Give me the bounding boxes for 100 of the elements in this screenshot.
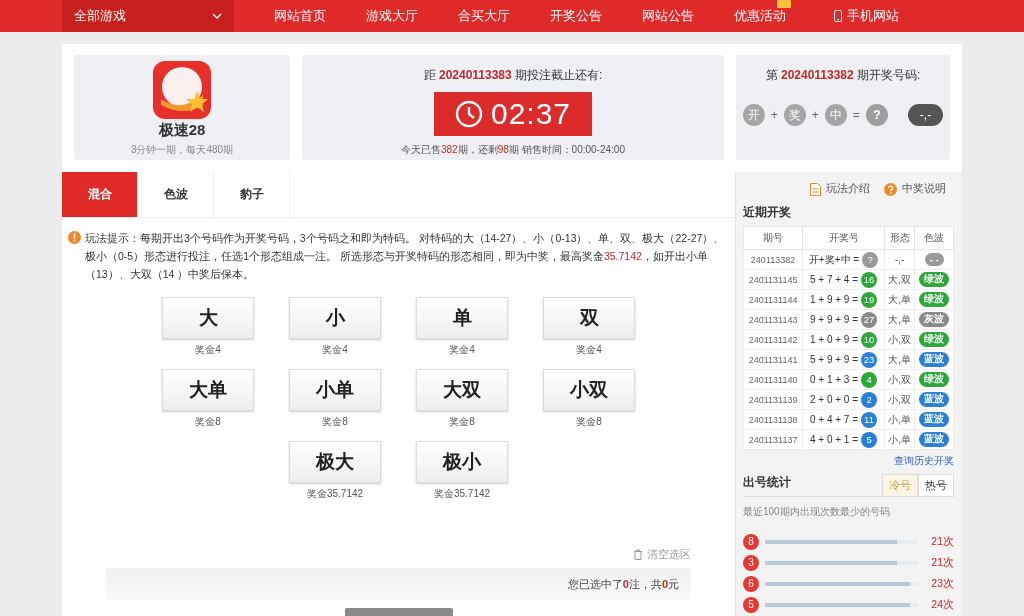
draw-expression: 1 + 0 + 9 = <box>809 334 859 345</box>
bet-option-button[interactable]: 单 <box>416 297 508 339</box>
operator: + <box>811 108 819 122</box>
stats-tab[interactable]: 热号 <box>918 474 954 496</box>
nav-link[interactable]: 网站首页 <box>254 7 346 25</box>
sales-info: 今天已售382期，还剩98期 销售时间：00:00-24:00 <box>401 143 625 157</box>
number-ball: 8 <box>743 533 759 550</box>
lottery-logo-icon <box>153 61 211 119</box>
section-title: 出号统计 <box>743 474 791 491</box>
table-cell: 小,单 <box>884 429 915 450</box>
bet-option-button[interactable]: 大 <box>162 297 254 339</box>
prize-label: 奖金8 <box>449 415 475 429</box>
sum-ball: ? <box>865 104 888 126</box>
draw-expression: 0 + 4 + 7 = <box>809 414 859 425</box>
bet-option-button[interactable]: 小双 <box>543 369 635 411</box>
table-cell: 2401131139 <box>743 389 803 410</box>
operator: = <box>852 108 860 122</box>
section-title: 近期开奖 <box>743 204 792 221</box>
shape-pill: -,- <box>907 104 944 126</box>
sum-ball: 27 <box>861 311 878 328</box>
table-cell: -,- <box>884 249 915 270</box>
number-ball: 奖 <box>783 104 806 126</box>
phone-icon <box>833 10 842 22</box>
countdown-title: 距 20240113383 期投注截止还有: <box>423 67 603 84</box>
bet-option-button[interactable]: 大单 <box>162 369 254 411</box>
prize-label: 奖金8 <box>576 415 602 429</box>
table-cell: 大,双 <box>884 269 915 290</box>
frequency-count: 23次 <box>930 576 954 591</box>
wave-tag: 蓝波 <box>919 392 950 407</box>
table-cell: 大,单 <box>884 349 915 370</box>
bet-option-button[interactable]: 极小 <box>416 441 508 483</box>
nav-link[interactable]: 合买大厅 <box>438 7 530 25</box>
bet-option-button[interactable]: 小 <box>289 297 381 339</box>
wave-tag: 蓝波 <box>919 412 950 427</box>
wave-tag: 灰波 <box>919 312 950 327</box>
countdown-time: 02:37 <box>490 97 572 131</box>
rules-hint: 玩法提示：每期开出3个号码作为开奖号码，3个号码之和即为特码。 对特码的大（14-27）、小（0-13）、单、双、极大（22-27）、极小（0-5）形态进行投注，任选1个形态组成一注。 所选形态与开奖特码的形态相同，即为中奖，最高奖金35.7142，如开出小单（13）、大双（14 ）中奖后保本。 <box>85 231 726 282</box>
lottery-name: 极速28 <box>158 121 206 140</box>
side-link[interactable]: 中奖说明 <box>884 182 946 196</box>
prize-label: 奖金8 <box>195 415 221 429</box>
prize-label: 奖金4 <box>322 343 348 357</box>
table-cell: 2401131140 <box>743 369 803 390</box>
frequency-count: 21次 <box>930 534 954 549</box>
column-header: 期号 <box>743 226 803 250</box>
number-ball: 5 <box>743 596 759 613</box>
sum-ball: 4 <box>861 371 878 388</box>
wave-tag: 蓝波 <box>919 352 950 367</box>
nav-link[interactable]: 网站公告 <box>622 7 714 25</box>
nav-link[interactable]: 优惠活动 <box>714 7 806 25</box>
bet-option-button[interactable]: 小单 <box>289 369 381 411</box>
document-icon <box>810 182 821 196</box>
operator: + <box>770 108 778 122</box>
table-cell: 2401131137 <box>743 429 803 450</box>
game-select[interactable]: 全部游戏 <box>62 0 234 32</box>
tab[interactable]: 混合 <box>62 172 138 217</box>
column-header: 开奖号 <box>802 226 885 250</box>
table-cell: 小,双 <box>884 329 915 350</box>
number-ball: 3 <box>743 554 759 571</box>
table-cell: 2401131145 <box>743 269 803 290</box>
prize-label: 奖金35.7142 <box>433 487 491 501</box>
nav-link[interactable]: 开奖公告 <box>530 7 622 25</box>
prize-label: 奖金4 <box>449 343 475 357</box>
table-cell: 2401131142 <box>743 329 803 350</box>
number-ball: 开 <box>742 104 765 126</box>
wave-tag: 绿波 <box>919 272 950 287</box>
table-cell: 2401131143 <box>743 309 803 330</box>
help-icon <box>884 182 897 196</box>
wave-tag: 绿波 <box>919 372 950 387</box>
selection-summary: 您已选中了0注，共0元 <box>567 576 679 592</box>
sum-ball: 23 <box>861 351 878 368</box>
bet-option-button[interactable]: 极大 <box>289 441 381 483</box>
column-header: 色波 <box>914 226 954 250</box>
draw-expression: 2 + 0 + 0 = <box>809 394 859 405</box>
bet-option-button[interactable]: 双 <box>543 297 635 339</box>
mobile-site-link[interactable]: 手机网站 <box>820 7 912 25</box>
history-link[interactable]: 查询历史开奖 <box>894 454 954 468</box>
wave-tag: 蓝波 <box>919 432 950 447</box>
table-cell: 2401131144 <box>743 289 803 310</box>
draw-expression: 5 + 7 + 4 = <box>809 274 859 285</box>
wave-tag: 绿波 <box>919 292 950 307</box>
wave-tag: - - <box>924 253 944 266</box>
prize-label: 奖金35.7142 <box>306 487 364 501</box>
draw-expression: 1 + 9 + 9 = <box>809 294 859 305</box>
number-ball: 中 <box>824 104 847 126</box>
column-header: 形态 <box>884 226 915 250</box>
draw-expression: 9 + 9 + 9 = <box>809 314 859 325</box>
last-draw-title: 第 20240113382 期开奖号码: <box>765 67 921 84</box>
chevron-down-icon <box>212 13 222 19</box>
bet-option-button[interactable]: 大双 <box>416 369 508 411</box>
frequency-count: 24次 <box>930 597 954 612</box>
table-cell: 大,单 <box>884 289 915 310</box>
nav-link[interactable]: 游戏大厅 <box>346 7 438 25</box>
table-cell: 240113382 <box>743 249 803 270</box>
sum-ball: ? <box>862 251 879 268</box>
wave-tag: 绿波 <box>919 332 950 347</box>
table-cell: 小,单 <box>884 409 915 430</box>
prize-label: 奖金4 <box>576 343 602 357</box>
side-link[interactable]: 玩法介绍 <box>810 182 870 196</box>
table-cell: 小,双 <box>884 389 915 410</box>
stats-description: 最近100期内出现次数最少的号码 <box>743 505 891 519</box>
